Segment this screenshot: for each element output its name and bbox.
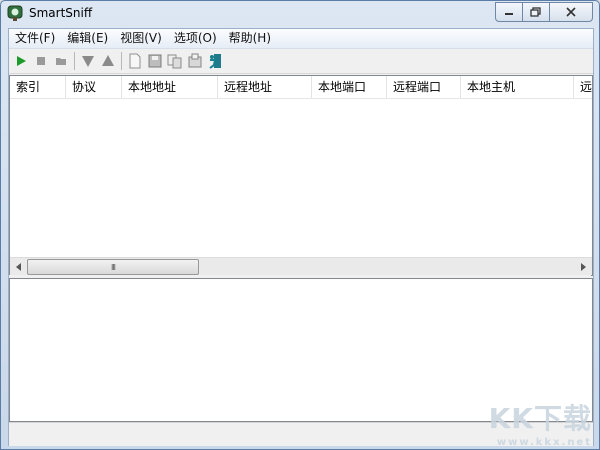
client-area: 文件(F) 编辑(E) 视图(V) 选项(O) 帮助(H) 索引 协议 本地地址… <box>8 28 594 446</box>
copy-button[interactable] <box>165 51 185 71</box>
close-icon <box>566 7 576 17</box>
properties-button[interactable] <box>185 51 205 71</box>
list-header: 索引 协议 本地地址 远程地址 本地端口 远程端口 本地主机 远程 <box>10 76 592 99</box>
column-index[interactable]: 索引 <box>10 76 66 98</box>
menu-options[interactable]: 选项(O) <box>168 29 223 48</box>
copy-icon <box>167 54 182 69</box>
new-button[interactable] <box>125 51 145 71</box>
column-protocol[interactable]: 协议 <box>66 76 122 98</box>
menu-view[interactable]: 视图(V) <box>114 29 168 48</box>
minimize-button[interactable] <box>495 2 523 22</box>
restore-icon <box>530 7 541 17</box>
scroll-down-button[interactable] <box>78 51 98 71</box>
thumb-grip: III <box>110 262 116 272</box>
menu-help[interactable]: 帮助(H) <box>223 29 277 48</box>
window-controls <box>495 2 593 22</box>
column-local-port[interactable]: 本地端口 <box>312 76 387 98</box>
exit-icon <box>209 54 221 69</box>
toolbar <box>9 49 593 74</box>
save-icon <box>148 54 162 68</box>
scroll-down-icon <box>82 56 94 67</box>
toolbar-separator <box>121 52 122 70</box>
stop-capture-button[interactable] <box>31 51 51 71</box>
exit-button[interactable] <box>205 51 225 71</box>
column-local-address[interactable]: 本地地址 <box>122 76 218 98</box>
arrow-right-icon <box>580 262 586 271</box>
new-icon <box>129 53 141 69</box>
stop-capture-icon <box>37 57 45 65</box>
column-local-host[interactable]: 本地主机 <box>461 76 574 98</box>
column-remote-address[interactable]: 远程地址 <box>218 76 312 98</box>
scroll-up-icon <box>102 55 114 66</box>
toolbar-separator <box>74 52 75 70</box>
packet-list[interactable]: 索引 协议 本地地址 远程地址 本地端口 远程端口 本地主机 远程 III <box>9 75 593 276</box>
menu-bar: 文件(F) 编辑(E) 视图(V) 选项(O) 帮助(H) <box>9 29 593 49</box>
capture-options-button[interactable] <box>51 51 71 71</box>
watermark-logo: KK下载 www.kkx.net <box>489 397 592 448</box>
column-remote-host[interactable]: 远程 <box>574 76 592 98</box>
column-remote-port[interactable]: 远程端口 <box>387 76 461 98</box>
save-button[interactable] <box>145 51 165 71</box>
start-capture-button[interactable] <box>11 51 31 71</box>
arrow-left-icon <box>15 262 21 271</box>
app-icon <box>7 5 23 21</box>
window-title: SmartSniff <box>29 6 93 20</box>
maximize-button[interactable] <box>522 2 550 22</box>
scroll-left-button[interactable] <box>10 258 27 275</box>
start-capture-icon <box>17 56 26 66</box>
menu-edit[interactable]: 编辑(E) <box>61 29 114 48</box>
watermark-brand: KK下载 <box>488 402 592 435</box>
title-bar[interactable]: SmartSniff <box>1 1 599 27</box>
close-button[interactable] <box>549 2 593 22</box>
scrollbar-thumb[interactable]: III <box>27 259 199 275</box>
minimize-icon <box>505 13 513 15</box>
capture-options-icon <box>56 58 66 65</box>
watermark-url: www.kkx.net <box>496 437 592 448</box>
menu-file[interactable]: 文件(F) <box>9 29 61 48</box>
scroll-right-button[interactable] <box>575 258 592 275</box>
properties-icon <box>188 53 202 68</box>
scroll-up-button[interactable] <box>98 51 118 71</box>
smartsniff-window: SmartSniff 文件(F) 编辑(E) 视图(V) 选项(O) 帮助(H) <box>0 0 600 450</box>
horizontal-scrollbar[interactable]: III <box>10 257 592 275</box>
